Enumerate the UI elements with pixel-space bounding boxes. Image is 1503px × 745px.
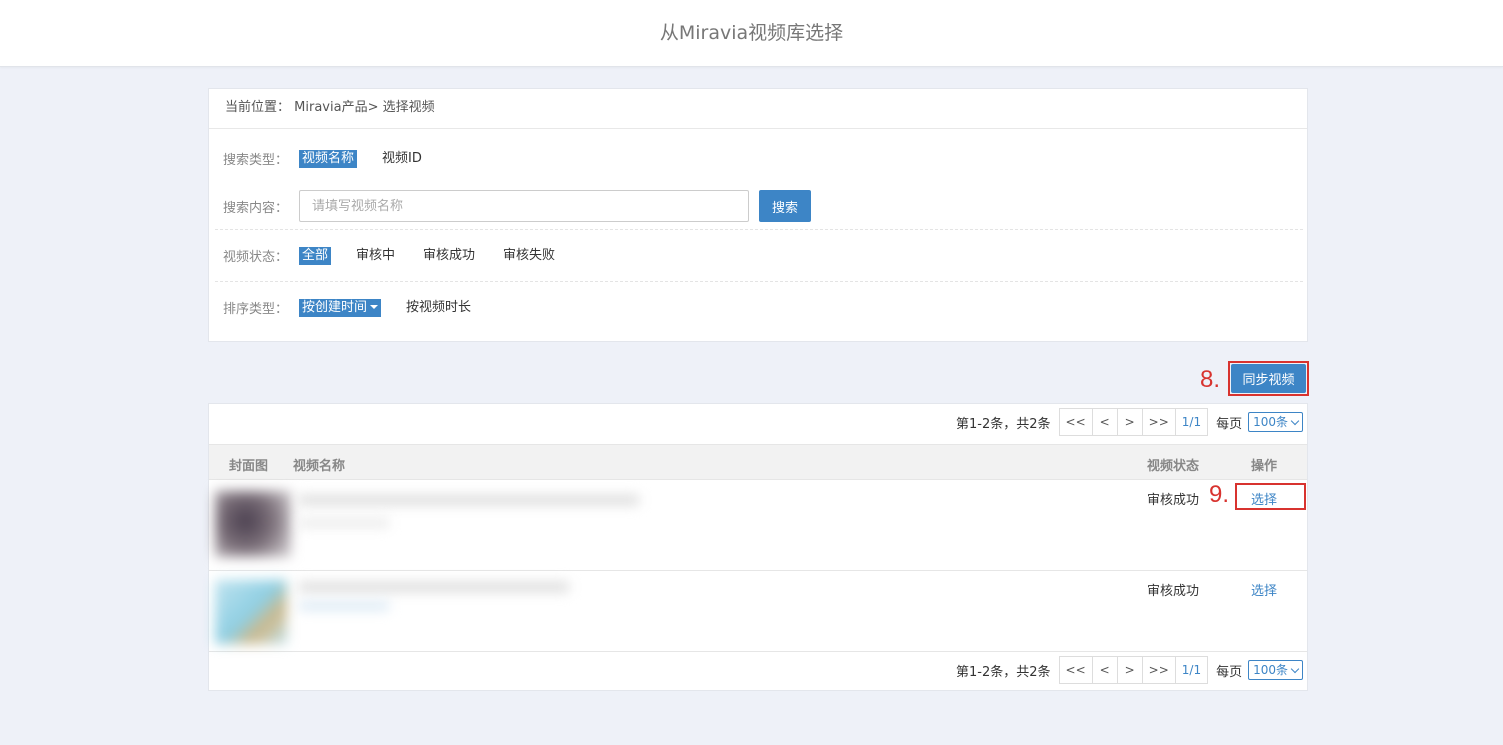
- status-all[interactable]: 全部: [299, 246, 332, 265]
- status-text: 审核成功: [1147, 584, 1200, 599]
- status-rejected[interactable]: 审核失败: [500, 247, 558, 265]
- divider: [215, 229, 1303, 230]
- pager-next[interactable]: >: [1118, 657, 1143, 683]
- video-meta-blurred: [299, 602, 389, 610]
- status-label: 视频状态：: [223, 250, 289, 265]
- filter-panel: 当前位置： Miravia产品> 选择视频 搜索类型： 视频名称 视频ID 搜索…: [208, 88, 1308, 342]
- search-type-row: 搜索类型： 视频名称 视频ID: [223, 149, 1303, 168]
- col-action: 操作: [1251, 459, 1278, 474]
- search-type-video-name[interactable]: 视频名称: [299, 149, 358, 168]
- pager-next[interactable]: >: [1118, 409, 1143, 435]
- video-cover-thumbnail: [215, 580, 287, 644]
- pager-first[interactable]: <<: [1060, 409, 1093, 435]
- annotation-step-9: 9.: [1209, 481, 1230, 508]
- per-page-label: 每页: [1216, 416, 1243, 432]
- divider: [215, 281, 1303, 282]
- search-button[interactable]: 搜索: [759, 190, 811, 222]
- pager-last[interactable]: >>: [1143, 409, 1176, 435]
- video-cover-thumbnail: [215, 491, 291, 557]
- pager-bottom: 第1-2条，共2条 << < > >> 1/1 每页 100条: [956, 656, 1303, 684]
- select-link[interactable]: 选择: [1251, 580, 1277, 599]
- col-status: 视频状态: [1147, 459, 1200, 474]
- col-name: 视频名称: [293, 459, 346, 474]
- status-reviewing[interactable]: 审核中: [353, 247, 398, 265]
- table-row: 审核成功 选择: [209, 572, 1307, 652]
- search-content-row: 搜索内容： 搜索: [223, 190, 1303, 222]
- sort-label: 排序类型：: [223, 302, 289, 317]
- annotation-step-8: 8.: [1200, 366, 1221, 393]
- search-content-label: 搜索内容：: [223, 200, 289, 216]
- status-approved[interactable]: 审核成功: [420, 247, 478, 265]
- search-type-label: 搜索类型：: [223, 153, 289, 168]
- per-page-select[interactable]: 100条: [1248, 660, 1303, 680]
- sort-by-created[interactable]: 按创建时间: [299, 298, 382, 317]
- sync-video-button[interactable]: 同步视频: [1231, 364, 1306, 393]
- pager-last[interactable]: >>: [1143, 657, 1176, 683]
- search-type-video-id[interactable]: 视频ID: [379, 150, 425, 168]
- video-title-blurred: [299, 495, 639, 505]
- pager-current: 1/1: [1181, 415, 1202, 429]
- pager-current: 1/1: [1181, 663, 1202, 677]
- breadcrumb-path[interactable]: Miravia产品> 选择视频: [294, 100, 434, 115]
- select-link[interactable]: 选择: [1251, 489, 1277, 508]
- video-meta-blurred: [299, 519, 389, 527]
- per-page-value: 100条: [1253, 663, 1288, 677]
- table-row: 审核成功 9. 选择: [209, 481, 1307, 571]
- pager-buttons: << < > >> 1/1: [1058, 656, 1209, 684]
- sort-row: 排序类型： 按创建时间 按视频时长: [223, 298, 1303, 317]
- pager-buttons: << < > >> 1/1: [1058, 408, 1209, 436]
- table-header: 封面图 视频名称 视频状态 操作: [209, 444, 1307, 480]
- col-cover: 封面图: [229, 459, 269, 474]
- per-page-select[interactable]: 100条: [1248, 412, 1303, 432]
- video-table-panel: 第1-2条，共2条 << < > >> 1/1 每页 100条 封面图 视频名称…: [208, 403, 1308, 691]
- chevron-down-icon: [1290, 664, 1300, 673]
- breadcrumb-label: 当前位置：: [225, 100, 291, 115]
- pager-info: 第1-2条，共2条: [956, 664, 1051, 680]
- status-row: 视频状态： 全部 审核中 审核成功 审核失败: [223, 246, 1303, 265]
- breadcrumb: 当前位置： Miravia产品> 选择视频: [209, 89, 1307, 129]
- per-page-label: 每页: [1216, 664, 1243, 680]
- pager-first[interactable]: <<: [1060, 657, 1093, 683]
- search-input[interactable]: [299, 190, 749, 222]
- video-title-blurred: [299, 582, 569, 592]
- status-text: 审核成功: [1147, 493, 1200, 508]
- sync-highlight-box: 同步视频: [1228, 361, 1309, 396]
- pager-prev[interactable]: <: [1093, 409, 1118, 435]
- page-title: 从Miravia视频库选择: [0, 0, 1503, 67]
- sort-by-duration[interactable]: 按视频时长: [403, 299, 474, 317]
- chevron-down-icon: [1290, 416, 1300, 425]
- sort-by-created-label: 按创建时间: [302, 299, 368, 315]
- pager-prev[interactable]: <: [1093, 657, 1118, 683]
- pager-top: 第1-2条，共2条 << < > >> 1/1 每页 100条: [956, 408, 1303, 436]
- pager-info: 第1-2条，共2条: [956, 416, 1051, 432]
- caret-down-icon: [370, 305, 379, 309]
- per-page-value: 100条: [1253, 415, 1288, 429]
